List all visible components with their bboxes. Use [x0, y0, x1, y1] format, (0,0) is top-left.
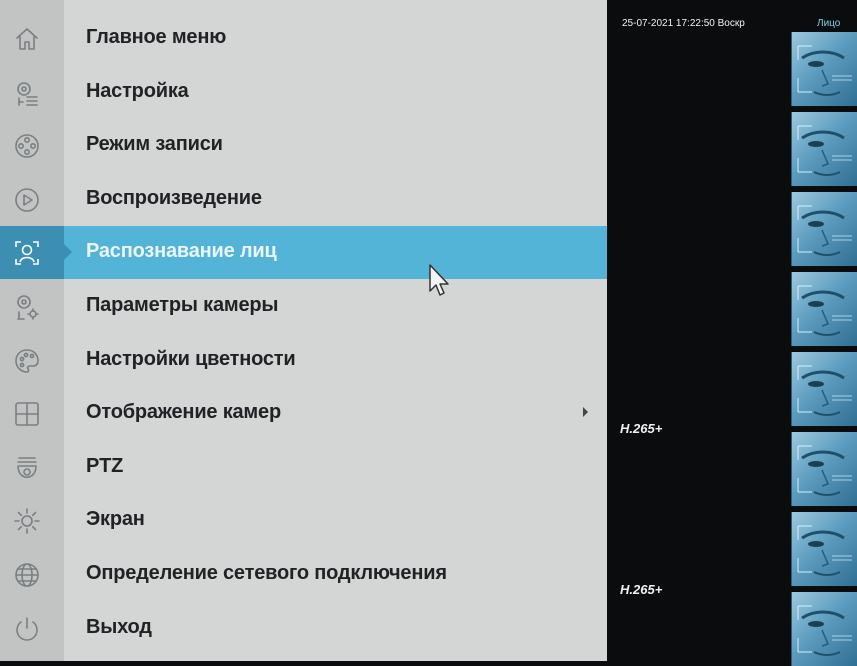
play-icon — [12, 185, 42, 215]
film-reel-icon — [12, 131, 42, 161]
codec-label: H.265+ — [620, 421, 663, 436]
menu-item-item-3[interactable]: Воспроизведение — [0, 173, 607, 226]
camera-settings-icon — [12, 78, 42, 108]
menu-item-item-11[interactable]: Выход — [0, 602, 607, 655]
menu-item-label: Главное меню — [86, 26, 227, 48]
face-thumbnail[interactable] — [791, 272, 857, 346]
menu-item-label: Экран — [86, 508, 145, 531]
menu-item-item-4[interactable]: Распознавание лиц — [0, 226, 607, 280]
menu-item-item-2[interactable]: Режим записи — [0, 119, 607, 172]
datetime-overlay: 25-07-2021 17:22:50 Воскр — [622, 18, 745, 29]
power-icon — [12, 614, 42, 644]
menu-item-label: Режим записи — [86, 133, 223, 156]
ptz-camera-icon — [12, 453, 42, 483]
menu-item-label: Определение сетевого подключения — [86, 562, 447, 584]
face-thumbnail[interactable] — [791, 32, 857, 106]
menu-item-item-0[interactable]: Главное меню — [0, 12, 607, 65]
submenu-arrow-icon — [583, 407, 588, 418]
menu-item-label: Выход — [86, 615, 152, 638]
menu-item-ptz[interactable]: PTZ — [0, 441, 607, 494]
camera-gear-icon — [12, 292, 42, 322]
palette-icon — [12, 346, 42, 376]
face-column-label: Лицо — [817, 18, 841, 29]
menu-item-item-6[interactable]: Настройки цветности — [0, 334, 607, 387]
menu-item-item-9[interactable]: Экран — [0, 494, 607, 547]
menu-item-item-5[interactable]: Параметры камеры — [0, 280, 607, 333]
menu-item-label: Настройка — [86, 79, 189, 102]
mouse-cursor-icon — [429, 264, 449, 296]
face-thumbnail[interactable] — [791, 192, 857, 266]
face-thumbnail[interactable] — [791, 592, 857, 666]
face-thumbnail[interactable] — [791, 352, 857, 426]
grid-icon — [12, 399, 42, 429]
face-thumbnail[interactable] — [791, 432, 857, 506]
face-recognition-icon — [12, 238, 42, 268]
main-menu-panel: Главное меню Настройка Режим записи Воспрои… — [0, 0, 607, 661]
menu-item-label: Настройки цветности — [86, 347, 296, 370]
menu-item-label: Отображение камер — [86, 401, 281, 424]
home-icon — [12, 24, 42, 54]
menu-item-label: PTZ — [86, 454, 124, 477]
face-thumbnail[interactable] — [791, 112, 857, 186]
face-thumbnail[interactable] — [791, 512, 857, 586]
menu-item-label: Распознавание лиц — [86, 240, 277, 263]
menu-item-item-7[interactable]: Отображение камер — [0, 387, 607, 440]
codec-label: H.265+ — [620, 582, 663, 597]
menu-item-label: Параметры камеры — [86, 294, 279, 316]
menu-item-label: Воспроизведение — [86, 186, 262, 209]
brightness-icon — [12, 506, 42, 536]
globe-icon — [12, 560, 42, 590]
menu-item-item-1[interactable]: Настройка — [0, 66, 607, 119]
menu-item-item-10[interactable]: Определение сетевого подключения — [0, 548, 607, 601]
